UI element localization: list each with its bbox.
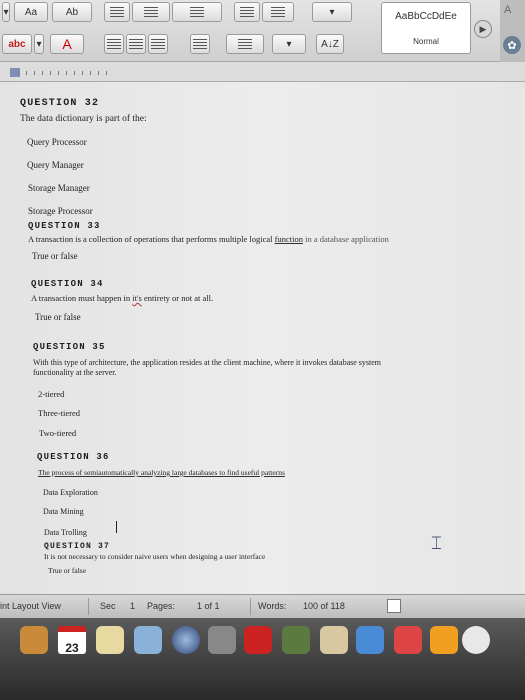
camera-app-icon[interactable] <box>208 626 236 654</box>
question-text: A transaction must happen in it's entire… <box>31 293 213 303</box>
answer-option: Query Manager <box>27 160 84 170</box>
text-effects-button[interactable]: Ab <box>52 2 92 22</box>
shading-button[interactable]: ▾ <box>312 2 352 22</box>
line-spacing-button[interactable] <box>226 34 264 54</box>
powerpoint-app-icon[interactable] <box>394 626 422 654</box>
answer-option: Three-tiered <box>38 408 80 418</box>
justify-icon <box>193 39 207 49</box>
answer-option: True or false <box>48 566 87 575</box>
styles-next-icon[interactable]: ▶ <box>474 20 492 38</box>
justify-button[interactable] <box>190 34 210 54</box>
safari-app-icon[interactable] <box>462 626 490 654</box>
align-right-button[interactable] <box>148 34 168 54</box>
question-text-continued: functionality at the server. <box>33 368 117 377</box>
chevron-down-icon[interactable]: ▾ <box>34 34 44 54</box>
answer-option: Data Exploration <box>43 488 98 497</box>
answer-option: Data Trolling <box>44 528 87 537</box>
text-select-icon: ⌶ <box>431 533 442 553</box>
underlined-word: function <box>274 234 303 244</box>
borders-button[interactable]: ▾ <box>272 34 306 54</box>
answer-option: Storage Manager <box>28 183 90 193</box>
toolbar-ribbon: ▾ Aa Ab ▾ abc ▾ A ▾ A↓Z AaBbCcDdEe Norma… <box>0 0 525 62</box>
ruler-ticks <box>18 71 108 75</box>
calendar-app-icon[interactable]: 23 <box>58 626 86 655</box>
numbering-button[interactable] <box>132 2 170 22</box>
align-right-icon <box>151 39 165 49</box>
misspelled-word: it's <box>132 293 142 303</box>
style-name: Normal <box>413 37 439 46</box>
ruler[interactable] <box>0 62 525 82</box>
indent-icon <box>271 7 285 17</box>
answer-option: True or false <box>32 251 78 261</box>
question-text: It is not necessary to consider naive us… <box>44 552 266 561</box>
question-text-part: in a database application <box>303 234 389 244</box>
status-bar: int Layout View Sec 1 Pages: 1 of 1 Word… <box>0 594 525 618</box>
align-left-icon <box>107 39 121 49</box>
app-store-icon[interactable] <box>356 626 384 654</box>
question-text-part: A transaction is a collection of operati… <box>28 234 275 244</box>
words-value: 100 of 118 <box>303 601 345 611</box>
ribbon-right-panel: A ✿ <box>500 0 525 62</box>
increase-indent-button[interactable] <box>262 2 294 22</box>
answer-option: Storage Processor <box>28 206 93 216</box>
iphoto-app-icon[interactable] <box>282 626 310 654</box>
align-center-icon <box>129 39 143 49</box>
section-value: 1 <box>130 601 136 611</box>
answer-option: True or false <box>35 312 81 322</box>
preview-app-icon[interactable] <box>134 626 162 654</box>
question-text-part: entirety or not at all. <box>141 293 214 303</box>
question-text: With this type of architecture, the appl… <box>33 358 382 367</box>
pages-value: 1 of 1 <box>197 601 220 611</box>
question-title: QUESTION 33 <box>28 221 101 231</box>
section-label: Sec <box>100 601 116 611</box>
answer-option: 2-tiered <box>38 389 65 399</box>
status-separator <box>88 598 89 615</box>
style-sample: AaBbCcDdEe <box>395 11 457 22</box>
question-text: A transaction is a collection of operati… <box>28 234 389 244</box>
question-text: The data dictionary is part of the: <box>20 114 147 124</box>
photo-booth-app-icon[interactable] <box>244 626 272 654</box>
document-page[interactable]: QUESTION 32 The data dictionary is part … <box>0 82 525 594</box>
answer-option: Query Processor <box>27 137 87 147</box>
proofing-icon[interactable] <box>387 599 401 613</box>
notes-app-icon[interactable] <box>96 626 124 654</box>
question-title: QUESTION 35 <box>33 342 106 352</box>
numbered-list-icon <box>144 7 158 17</box>
contacts-app-icon[interactable] <box>20 626 48 654</box>
bullets-button[interactable] <box>104 2 130 22</box>
outdent-icon <box>240 7 254 17</box>
pages-label: Pages: <box>147 601 176 611</box>
help-icon[interactable]: ✿ <box>503 36 521 54</box>
answer-option: Two-tiered <box>39 428 77 438</box>
bullet-list-icon <box>110 7 124 17</box>
question-text: The process of semiautomatically analyzi… <box>38 468 285 477</box>
highlight-button[interactable]: abc <box>2 34 32 54</box>
line-spacing-icon <box>238 39 252 49</box>
ribbon-right-label: A <box>504 4 512 16</box>
photos-app-icon[interactable] <box>430 626 458 654</box>
dock: 23 <box>0 618 525 700</box>
garageband-app-icon[interactable] <box>320 626 348 654</box>
styles-gallery[interactable]: AaBbCcDdEe Normal <box>381 2 471 54</box>
words-label: Words: <box>258 601 287 611</box>
question-text-part: A transaction must happen in <box>31 293 133 303</box>
view-mode-label[interactable]: int Layout View <box>0 601 61 611</box>
question-title: QUESTION 37 <box>44 542 111 551</box>
itunes-app-icon[interactable] <box>172 626 200 654</box>
sort-button[interactable]: A↓Z <box>316 34 344 54</box>
font-color-button[interactable]: A <box>50 34 84 54</box>
answer-option: Data Mining <box>43 507 84 516</box>
text-cursor <box>116 521 117 533</box>
question-title: QUESTION 36 <box>37 452 110 462</box>
align-center-button[interactable] <box>126 34 146 54</box>
decrease-indent-button[interactable] <box>234 2 260 22</box>
change-case-button[interactable]: Aa <box>14 2 48 22</box>
multilevel-list-button[interactable] <box>172 2 222 22</box>
question-title: QUESTION 34 <box>31 279 104 289</box>
question-title: QUESTION 32 <box>20 98 100 109</box>
multilevel-list-icon <box>190 7 204 17</box>
status-separator <box>250 598 251 615</box>
chevron-down-icon[interactable]: ▾ <box>2 2 10 22</box>
align-left-button[interactable] <box>104 34 124 54</box>
